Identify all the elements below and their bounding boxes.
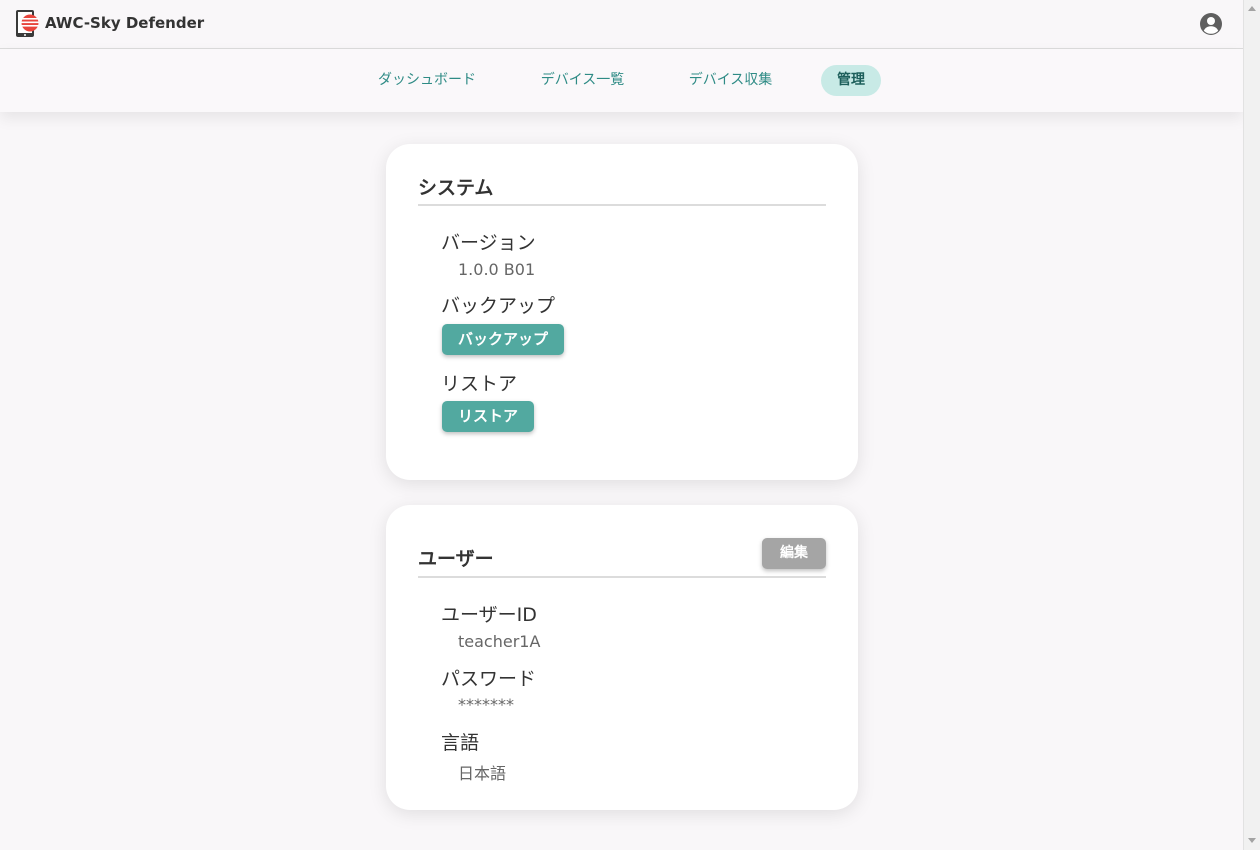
user-id-label: ユーザーID bbox=[441, 604, 537, 626]
password-value: ******* bbox=[458, 695, 514, 714]
restore-button[interactable]: リストア bbox=[442, 401, 535, 432]
app-page: AWC-Sky Defender ダッシュボード デバイス一覧 デバイス収集 管… bbox=[0, 0, 1243, 850]
tab-device-list[interactable]: デバイス一覧 bbox=[530, 65, 635, 96]
main-navigation: ダッシュボード デバイス一覧 デバイス収集 管理 bbox=[0, 49, 1243, 112]
tab-device-collection[interactable]: デバイス収集 bbox=[678, 65, 783, 96]
divider bbox=[418, 204, 826, 206]
backup-label: バックアップ bbox=[441, 295, 556, 317]
system-card: システム バージョン 1.0.0 B01 バックアップ バックアップ リストア … bbox=[386, 144, 858, 480]
version-label: バージョン bbox=[441, 232, 536, 254]
account-circle-icon[interactable] bbox=[1199, 12, 1223, 36]
system-card-title: システム bbox=[418, 177, 494, 199]
user-card-title: ユーザー bbox=[418, 548, 494, 570]
language-label: 言語 bbox=[441, 732, 480, 754]
tab-dashboard[interactable]: ダッシュボード bbox=[369, 65, 485, 96]
backup-button[interactable]: バックアップ bbox=[442, 324, 565, 355]
user-card: ユーザー 編集 ユーザーID teacher1A パスワード ******* 言… bbox=[386, 505, 858, 810]
divider bbox=[418, 576, 826, 578]
edit-button[interactable]: 編集 bbox=[762, 538, 826, 569]
language-value: 日本語 bbox=[458, 764, 507, 783]
app-title: AWC-Sky Defender bbox=[45, 14, 205, 32]
scroll-down-arrow-icon[interactable] bbox=[1248, 838, 1256, 843]
top-app-bar: AWC-Sky Defender bbox=[0, 0, 1243, 49]
password-label: パスワード bbox=[441, 668, 537, 690]
scroll-up-arrow-icon[interactable] bbox=[1248, 6, 1256, 11]
tab-admin[interactable]: 管理 bbox=[821, 65, 881, 96]
user-id-value: teacher1A bbox=[458, 632, 541, 651]
version-value: 1.0.0 B01 bbox=[458, 260, 536, 279]
page-scrollbar[interactable] bbox=[1243, 0, 1260, 850]
awc-logo-icon bbox=[16, 10, 39, 37]
restore-label: リストア bbox=[441, 373, 518, 395]
